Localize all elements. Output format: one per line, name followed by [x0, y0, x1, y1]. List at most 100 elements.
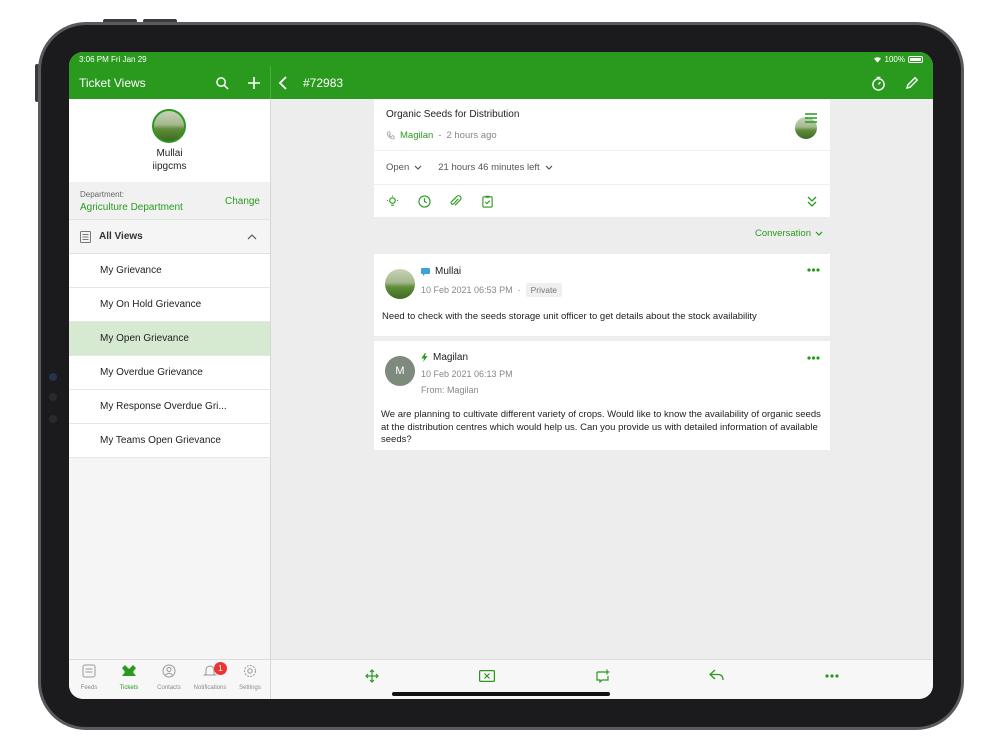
status-value: Open	[386, 162, 410, 173]
tab-contacts[interactable]: Contacts	[149, 664, 189, 691]
message-date: 10 Feb 2021 06:53 PM	[421, 285, 513, 295]
department-label: Department:	[80, 190, 125, 199]
clock-icon[interactable]	[418, 195, 431, 208]
top-navigation-bar: Ticket Views #72983	[69, 66, 933, 99]
view-item-label: My Overdue Grievance	[100, 367, 203, 378]
more-options-icon[interactable]	[807, 356, 820, 360]
add-note-icon[interactable]	[596, 669, 610, 683]
avatar[interactable]	[385, 269, 415, 299]
ticket-number: #72983	[303, 76, 344, 90]
view-item-label: My Grievance	[100, 265, 162, 276]
chevron-down-icon	[545, 165, 553, 170]
camera-dot	[49, 373, 57, 381]
chevron-up-icon[interactable]	[247, 233, 257, 240]
tickets-icon	[122, 665, 136, 676]
tab-settings[interactable]: Settings	[230, 664, 270, 691]
header-divider	[270, 66, 271, 99]
view-item-my-response-overdue[interactable]: My Response Overdue Gri...	[69, 390, 270, 424]
divider	[374, 150, 830, 151]
tab-label: Contacts	[157, 685, 181, 691]
due-value: 21 hours 46 minutes left	[438, 162, 540, 173]
ticket-status-row: Open 21 hours 46 minutes left	[386, 162, 553, 173]
ticket-subject: Organic Seeds for Distribution	[386, 109, 520, 120]
private-note-icon	[421, 267, 430, 276]
all-views-header[interactable]: All Views	[69, 220, 270, 254]
sensor-dot	[49, 415, 57, 423]
chevron-down-icon	[414, 165, 422, 170]
clipboard-check-icon[interactable]	[481, 195, 494, 208]
lightning-icon	[421, 353, 428, 362]
ticket-header-card: Organic Seeds for Distribution Magilan -…	[374, 99, 830, 217]
screen: 3:06 PM Fri Jan 29 100% Ticket Views #72…	[69, 52, 933, 699]
contacts-icon	[162, 664, 176, 678]
search-icon[interactable]	[214, 75, 230, 91]
tab-label: Feeds	[80, 685, 98, 691]
conversation-dropdown[interactable]: Conversation	[755, 228, 823, 239]
avatar[interactable]	[152, 109, 186, 143]
message-date-row: 10 Feb 2021 06:53 PM · Private	[421, 283, 563, 297]
move-arrows-icon[interactable]	[365, 669, 379, 683]
back-icon[interactable]	[275, 75, 291, 91]
tab-feeds[interactable]: Feeds	[69, 664, 109, 691]
message-author: Magilan	[433, 352, 469, 363]
view-item-my-on-hold-grievance[interactable]: My On Hold Grievance	[69, 288, 270, 322]
tab-label: Tickets	[119, 685, 139, 691]
change-department-button[interactable]: Change	[225, 196, 260, 207]
menu-lines-icon[interactable]	[805, 113, 817, 123]
tab-label: Notifications	[193, 685, 227, 691]
department-section: Department: Agriculture Department Chang…	[69, 182, 270, 220]
battery-icon	[908, 56, 923, 63]
phone-icon	[386, 131, 395, 140]
date-separator: ·	[517, 285, 521, 295]
more-options-icon[interactable]	[825, 674, 839, 678]
chevron-down-icon	[815, 231, 823, 236]
notification-badge: 1	[214, 662, 227, 675]
lightbulb-icon[interactable]	[386, 195, 399, 208]
ticket-time-ago: 2 hours ago	[446, 130, 497, 141]
more-options-icon[interactable]	[807, 268, 820, 272]
message-card: Mullai 10 Feb 2021 06:53 PM · Private Ne…	[374, 254, 830, 336]
divider	[374, 184, 830, 185]
feeds-icon	[82, 664, 96, 678]
due-dropdown[interactable]: 21 hours 46 minutes left	[438, 162, 553, 173]
attachment-icon[interactable]	[449, 195, 462, 208]
avatar[interactable]: M	[385, 356, 415, 386]
timer-icon[interactable]	[869, 74, 887, 92]
view-item-my-teams-open-grievance[interactable]: My Teams Open Grievance	[69, 424, 270, 458]
message-from: From: Magilan	[421, 385, 479, 395]
message-card: M Magilan 10 Feb 2021 06:13 PM From: Mag…	[374, 341, 830, 450]
views-list-icon	[80, 231, 91, 243]
message-body: We are planning to cultivate different v…	[381, 409, 821, 445]
sidebar: Mullai iipgcms Department: Agriculture D…	[69, 99, 271, 659]
add-icon[interactable]	[246, 75, 262, 91]
message-author: Mullai	[435, 266, 462, 277]
ticket-views-title: Ticket Views	[79, 76, 146, 90]
double-chevron-down-icon[interactable]	[807, 196, 817, 207]
edit-pencil-icon[interactable]	[903, 74, 921, 92]
profile-name: Mullai	[156, 148, 183, 159]
message-body: Need to check with the seeds storage uni…	[382, 311, 757, 322]
ticket-contact[interactable]: Magilan	[400, 130, 433, 141]
user-profile: Mullai iipgcms	[69, 99, 270, 182]
view-item-my-overdue-grievance[interactable]: My Overdue Grievance	[69, 356, 270, 390]
all-views-label: All Views	[99, 231, 143, 242]
tab-bar: Feeds Tickets Contacts 1 Notifications S…	[69, 659, 271, 699]
home-indicator[interactable]	[392, 692, 610, 696]
view-item-my-open-grievance[interactable]: My Open Grievance	[69, 322, 270, 356]
view-item-label: My Teams Open Grievance	[100, 435, 221, 446]
gear-icon	[244, 665, 256, 677]
tab-notifications[interactable]: 1 Notifications	[190, 662, 230, 691]
reply-icon[interactable]	[709, 669, 724, 681]
battery-status: 100%	[873, 55, 923, 64]
ticket-meta: Magilan - 2 hours ago	[386, 130, 497, 141]
department-value: Agriculture Department	[80, 202, 183, 213]
view-item-my-grievance[interactable]: My Grievance	[69, 254, 270, 288]
close-ticket-icon[interactable]	[479, 670, 495, 682]
meta-separator: -	[438, 130, 442, 141]
wifi-icon	[873, 57, 881, 63]
private-badge: Private	[525, 283, 563, 297]
status-dropdown[interactable]: Open	[386, 162, 422, 173]
tab-tickets[interactable]: Tickets	[109, 664, 149, 691]
conversation-label: Conversation	[755, 228, 811, 239]
message-author-row: Magilan	[421, 352, 468, 363]
